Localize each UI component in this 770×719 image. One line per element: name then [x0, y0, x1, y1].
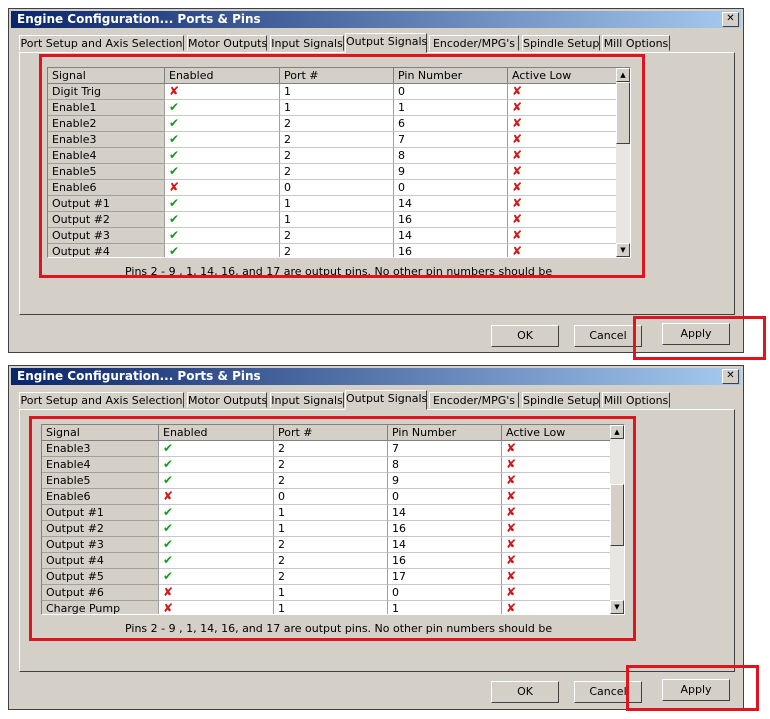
title-bar: Engine Configuration... Ports & Pins ✕	[11, 368, 741, 385]
window-title: Engine Configuration... Ports & Pins	[17, 369, 261, 383]
tab-mill-options[interactable]: Mill Options	[602, 392, 670, 408]
ok-button[interactable]: OK	[491, 681, 559, 703]
tab-mill-options[interactable]: Mill Options	[602, 35, 670, 51]
tab-port-setup[interactable]: Port Setup and Axis Selection	[19, 392, 184, 408]
tab-input-signals[interactable]: Input Signals	[270, 392, 344, 408]
tab-motor-outputs[interactable]: Motor Outputs	[187, 35, 267, 51]
apply-highlight-box	[633, 316, 766, 360]
tab-spindle-setup[interactable]: Spindle Setup	[522, 392, 600, 408]
tab-output-signals[interactable]: Output Signals	[345, 390, 427, 410]
window-title: Engine Configuration... Ports & Pins	[17, 12, 261, 26]
ok-button[interactable]: OK	[491, 325, 559, 347]
close-button[interactable]: ✕	[722, 12, 739, 27]
apply-highlight-box	[626, 665, 759, 711]
tab-encoder-mpg[interactable]: Encoder/MPG's	[429, 392, 519, 408]
title-bar: Engine Configuration... Ports & Pins ✕	[11, 11, 741, 28]
tab-port-setup[interactable]: Port Setup and Axis Selection	[19, 35, 184, 51]
tab-output-signals[interactable]: Output Signals	[345, 33, 427, 53]
close-button[interactable]: ✕	[722, 369, 739, 384]
table-highlight-box	[39, 54, 645, 278]
tab-spindle-setup[interactable]: Spindle Setup	[522, 35, 600, 51]
cancel-button[interactable]: Cancel	[574, 325, 642, 347]
tab-motor-outputs[interactable]: Motor Outputs	[187, 392, 267, 408]
tab-encoder-mpg[interactable]: Encoder/MPG's	[429, 35, 519, 51]
tab-input-signals[interactable]: Input Signals	[270, 35, 344, 51]
table-highlight-box	[29, 416, 636, 641]
